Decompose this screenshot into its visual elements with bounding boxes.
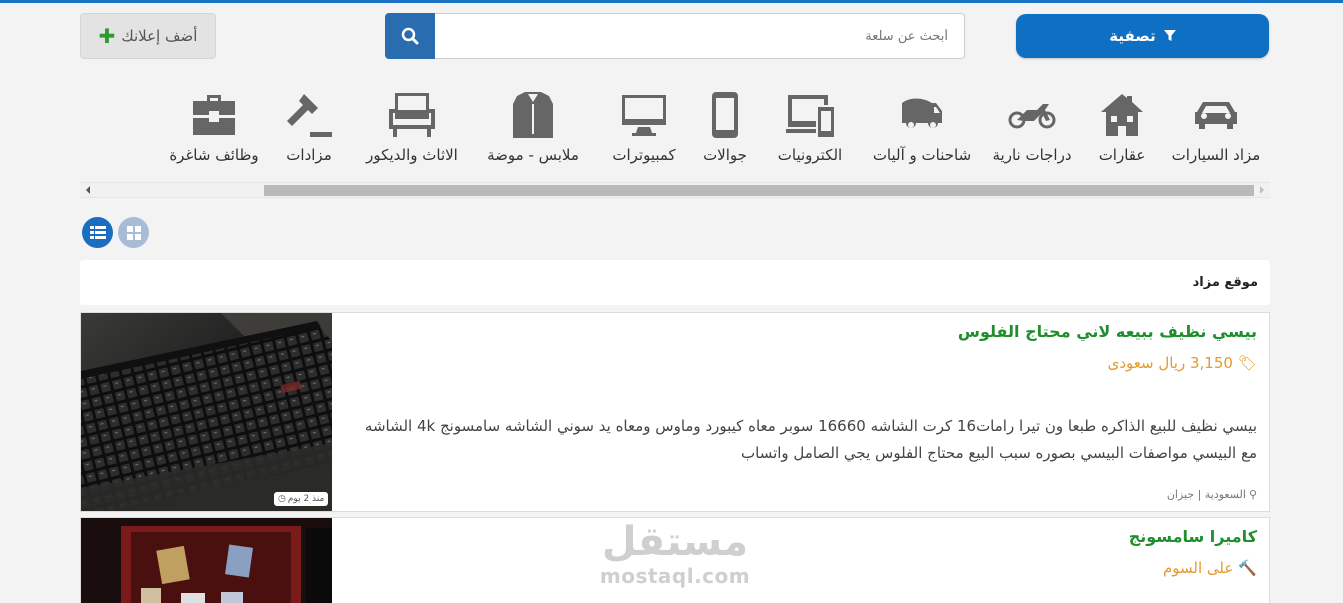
category-label: شاحنات و آليات (872, 146, 972, 164)
category-label: وظائف شاغرة (169, 146, 259, 164)
list-view-icon (89, 225, 106, 239)
listing-photo[interactable]: منذ 2 يوم ◷ (81, 313, 332, 511)
category-scrollbar[interactable] (80, 182, 1270, 198)
category-item-cars[interactable]: مزاد السيارات (1162, 82, 1270, 178)
car-icon (1195, 102, 1237, 129)
category-strip: مزاد السيارات عقارات دراجات نارية شاحنات… (80, 82, 1270, 178)
search-bar (385, 13, 965, 59)
category-label: مزادات (286, 146, 332, 164)
category-label: الاثاث والديكور (366, 146, 458, 164)
house-icon (1101, 94, 1143, 136)
search-input[interactable] (435, 13, 965, 59)
devices-icon (786, 95, 834, 137)
grid-view-icon (126, 225, 141, 240)
category-item-computers[interactable]: كمبيوترات (596, 82, 692, 178)
category-item-electronics[interactable]: الكترونيات (758, 82, 862, 178)
price-text: 3,150 ريال سعودى (1107, 354, 1233, 372)
listing-price: 🔨 على السوم (1163, 559, 1257, 577)
add-ad-label: أضف إعلانك (121, 27, 198, 45)
shirt-icon (513, 92, 553, 138)
watermark-latin: mostaql.com (599, 564, 751, 588)
listing-description: بيسي نظيف للبيع الذاكره طبعا ون تيرا رام… (364, 417, 1257, 462)
category-label: عقارات (1098, 146, 1146, 164)
category-label: ملابس - موضة (487, 146, 579, 164)
category-item-furniture[interactable]: الاثاث والديكور (354, 82, 470, 178)
filter-icon (1163, 30, 1176, 41)
search-button[interactable] (385, 13, 435, 59)
add-ad-button[interactable]: أضف إعلانك ✚ (80, 13, 216, 59)
category-item-real-estate[interactable]: عقارات (1082, 82, 1162, 178)
category-item-motorcycles[interactable]: دراجات نارية (982, 82, 1082, 178)
keyboard-photo (81, 313, 332, 511)
category-item-auctions[interactable]: مزادات (264, 82, 354, 178)
category-item-mobiles[interactable]: جوالات (692, 82, 758, 178)
list-view-button[interactable] (82, 217, 113, 248)
briefcase-icon (193, 95, 235, 135)
gavel-icon: 🔨 (1238, 559, 1257, 577)
filter-label: تصفية (1109, 27, 1156, 45)
plus-icon: ✚ (98, 24, 116, 48)
top-accent-line (0, 0, 1343, 3)
category-item-jobs[interactable]: وظائف شاغرة (164, 82, 264, 178)
tag-icon: 🏷 (1237, 354, 1257, 372)
listing-title[interactable]: بيسي نظيف ببيعه لاني محتاج الفلوس (958, 322, 1257, 341)
search-icon (401, 27, 419, 45)
mobile-icon (712, 92, 738, 138)
map-marker-icon: ⚲ (1248, 488, 1257, 501)
location-text: السعودية | جيزان (1166, 488, 1246, 501)
category-label: الكترونيات (777, 146, 843, 164)
section-header: موقع مزاد (80, 260, 1270, 305)
listing-location: ⚲ السعودية | جيزان (1167, 488, 1257, 501)
price-text: على السوم (1162, 559, 1234, 577)
truck-icon (902, 98, 942, 128)
scrollbar-thumb[interactable] (264, 185, 1254, 196)
listing-photo[interactable] (81, 518, 332, 603)
category-label: جوالات (703, 146, 747, 164)
watermark-arabic: مستقل (601, 519, 749, 565)
category-item-fashion[interactable]: ملابس - موضة (470, 82, 596, 178)
listing-card[interactable]: منذ 2 يوم ◷ بيسي نظيف ببيعه لاني محتاج ا… (80, 312, 1270, 512)
category-label: دراجات نارية (992, 146, 1072, 164)
listing-title[interactable]: كاميرا سامسونج (1129, 527, 1257, 546)
motorcycle-icon (1008, 104, 1056, 129)
gavel-icon (287, 94, 332, 137)
sofa-icon (389, 93, 435, 137)
category-item-trucks[interactable]: شاحنات و آليات (862, 82, 982, 178)
scroll-right-arrow-icon[interactable] (1260, 186, 1264, 194)
desktop-icon (622, 95, 666, 136)
camera-photo (81, 518, 332, 603)
time-badge: منذ 2 يوم ◷ (274, 492, 329, 506)
listing-price: 🏷 3,150 ريال سعودى (1108, 354, 1257, 372)
grid-view-button[interactable] (118, 217, 149, 248)
watermark-logo: مستقل mostaql.com (590, 520, 760, 588)
scroll-left-arrow-icon[interactable] (86, 186, 90, 194)
time-ago: منذ 2 يوم (287, 494, 325, 504)
category-label: كمبيوترات (612, 146, 676, 164)
section-title: موقع مزاد (1192, 275, 1258, 290)
category-label: مزاد السيارات (1171, 146, 1261, 164)
clock-icon: ◷ (278, 494, 286, 504)
filter-button[interactable]: تصفية (1016, 14, 1269, 58)
